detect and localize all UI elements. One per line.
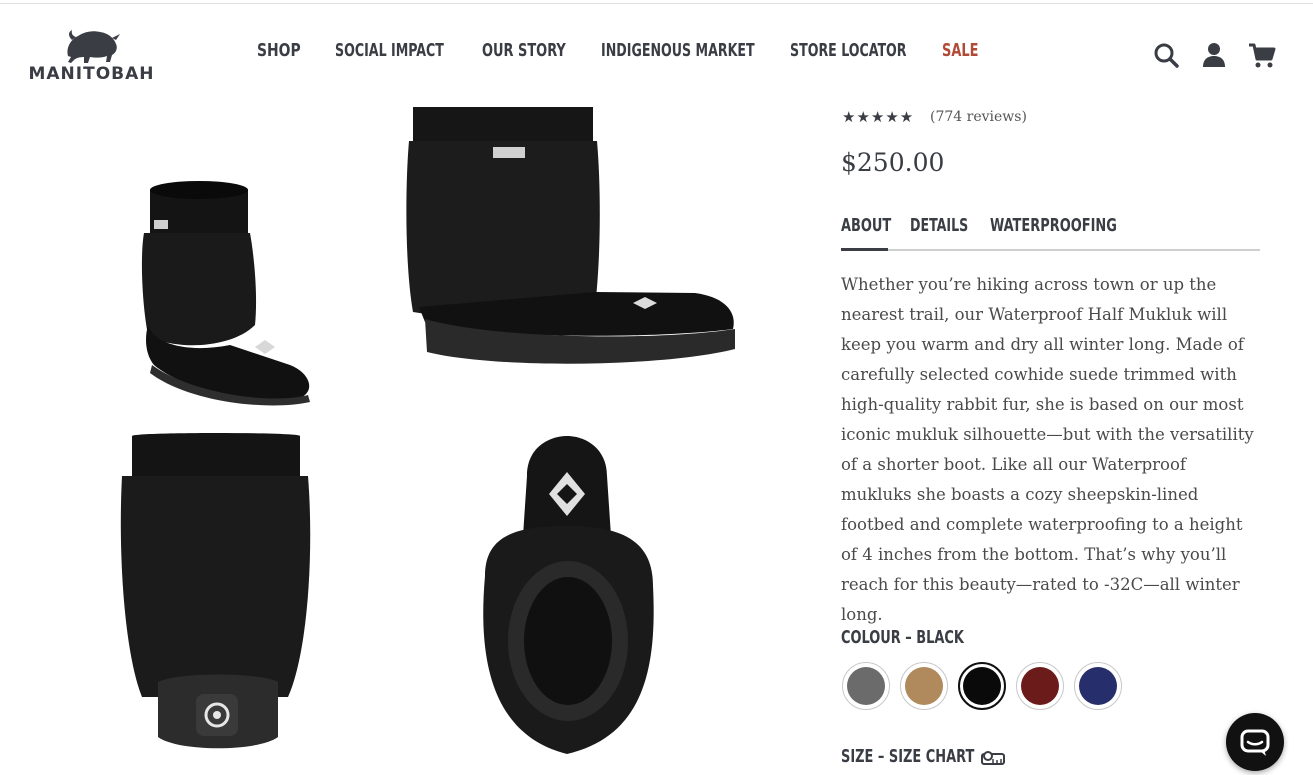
product-description: Whether you’re hiking across town or up … — [841, 275, 1254, 624]
tab-details[interactable]: DETAILS — [910, 215, 968, 236]
product-image-angle[interactable] — [130, 175, 330, 410]
top-divider — [0, 3, 1313, 4]
nav-indigenous-market[interactable]: INDIGENOUS MARKET — [601, 40, 755, 70]
chat-icon — [1240, 729, 1270, 756]
bison-icon — [67, 30, 120, 63]
swatch-burgundy[interactable] — [1016, 662, 1064, 710]
nav-social-impact[interactable]: SOCIAL IMPACT — [335, 40, 444, 70]
reviews-link[interactable]: (774 reviews) — [930, 109, 1027, 125]
chat-button[interactable] — [1226, 713, 1284, 771]
tab-active-indicator — [841, 248, 888, 251]
rating-stars: ★★★★★ — [842, 108, 915, 126]
product-image-top[interactable] — [475, 436, 660, 761]
swatch-navy[interactable] — [1074, 662, 1122, 710]
nav-store-locator[interactable]: STORE LOCATOR — [790, 40, 907, 70]
manitobah-logo[interactable]: MANITOBAH — [24, 26, 164, 86]
search-icon[interactable] — [1152, 41, 1180, 69]
swatch-tan[interactable] — [900, 662, 948, 710]
ruler-icon[interactable] — [981, 750, 1005, 766]
nav-shop[interactable]: SHOP — [257, 40, 301, 70]
nav-sale[interactable]: SALE — [942, 40, 978, 70]
tab-about[interactable]: ABOUT — [841, 215, 891, 236]
size-chart-link[interactable]: SIZE – SIZE CHART — [841, 746, 974, 767]
swatch-grey[interactable] — [842, 662, 890, 710]
colour-label: COLOUR – BLACK — [841, 627, 964, 648]
product-price: $250.00 — [841, 148, 945, 177]
tab-waterproofing[interactable]: WATERPROOFING — [990, 215, 1117, 236]
logo-text: MANITOBAH — [28, 64, 155, 84]
nav-our-story[interactable]: OUR STORY — [482, 40, 566, 70]
swatch-black[interactable] — [958, 662, 1006, 710]
product-image-back[interactable] — [118, 432, 318, 757]
product-image-side[interactable] — [405, 107, 740, 377]
cart-icon[interactable] — [1248, 41, 1276, 69]
account-icon[interactable] — [1200, 41, 1228, 69]
tabs-divider — [841, 249, 1260, 251]
